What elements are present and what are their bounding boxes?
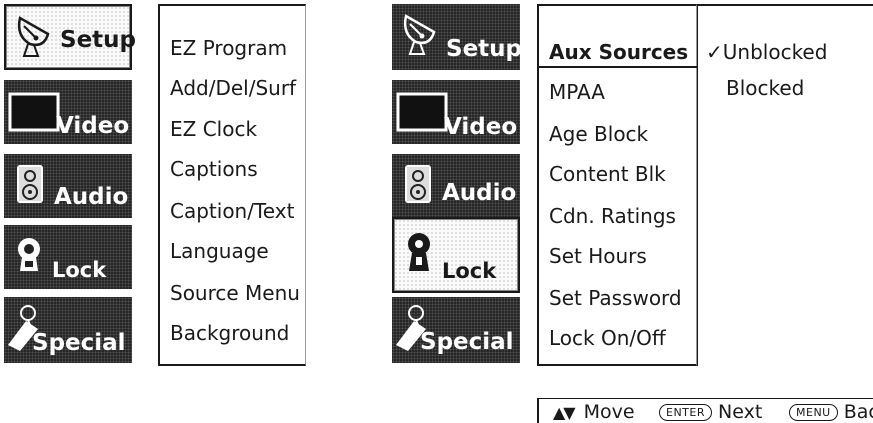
lock-icon [14, 235, 44, 277]
lock-icon [404, 231, 434, 277]
menu-item-caption-text[interactable]: Caption/Text [170, 199, 294, 223]
menu-item-lock-on-off[interactable]: Lock On/Off [549, 326, 666, 350]
help-back: MENU Back [789, 401, 873, 423]
tab-video-label: Video [56, 113, 130, 139]
tab-special-label: Special [420, 329, 514, 355]
tab-lock-label: Lock [52, 258, 107, 282]
option-unblocked-label: Unblocked [722, 40, 828, 64]
tab-audio-label: Audio [442, 180, 517, 206]
menu-item-cdn-ratings[interactable]: Cdn. Ratings [549, 204, 676, 228]
help-back-label: Back [843, 401, 873, 423]
tab-setup[interactable]: Setup [4, 4, 136, 70]
enter-key-icon: ENTER [659, 403, 712, 421]
speaker-icon [404, 164, 432, 208]
left-setup-menu: EZ Program Add/Del/Surf EZ Clock Caption… [158, 4, 306, 366]
check-mark-icon: ✓ [706, 40, 723, 64]
speaker-icon [16, 164, 44, 208]
menu-item-set-password[interactable]: Set Password [549, 286, 682, 310]
tab-video[interactable]: Video [392, 80, 520, 144]
tab-setup[interactable]: Setup [392, 4, 522, 70]
tab-audio[interactable]: Audio [4, 154, 132, 218]
tab-lock[interactable]: Lock [392, 217, 520, 293]
satellite-dish-icon [12, 12, 54, 62]
option-blocked[interactable]: Blocked [726, 76, 804, 100]
option-blocked-label: Blocked [726, 76, 805, 100]
tab-setup-label: Setup [446, 36, 522, 62]
help-next: ENTER Next [659, 401, 762, 423]
menu-item-set-hours[interactable]: Set Hours [549, 244, 647, 268]
tab-lock[interactable]: Lock [4, 225, 132, 289]
right-lock-menu: Aux Sources MPAA Age Block Content Blk C… [537, 4, 697, 366]
tab-special-label: Special [32, 330, 126, 356]
option-unblocked[interactable]: ✓Unblocked [706, 40, 827, 64]
menu-item-add-del-surf[interactable]: Add/Del/Surf [170, 76, 296, 100]
monitor-icon [8, 92, 60, 136]
help-next-label: Next [718, 401, 763, 423]
menu-item-language[interactable]: Language [170, 239, 269, 263]
menu-item-source-menu[interactable]: Source Menu [170, 281, 300, 305]
tab-special[interactable]: Special [392, 297, 520, 363]
menu-item-mpaa[interactable]: MPAA [549, 80, 605, 104]
tab-video-label: Video [444, 114, 518, 140]
help-move-label: Move [583, 401, 635, 423]
help-bar: ▲▼ Move ENTER Next MENU Back [537, 398, 873, 423]
tab-audio-label: Audio [54, 184, 129, 210]
menu-item-ez-clock[interactable]: EZ Clock [170, 117, 257, 141]
satellite-dish-icon [398, 10, 440, 60]
menu-item-content-blk[interactable]: Content Blk [549, 162, 666, 186]
help-move: ▲▼ Move [553, 401, 635, 423]
tab-audio[interactable]: Audio [392, 154, 520, 218]
tab-setup-label: Setup [60, 27, 136, 53]
selection-underline [539, 66, 697, 68]
tab-special[interactable]: Special [4, 297, 132, 363]
menu-key-icon: MENU [789, 403, 838, 421]
tab-video[interactable]: Video [4, 80, 132, 144]
menu-item-captions[interactable]: Captions [170, 157, 258, 181]
menu-item-ez-program[interactable]: EZ Program [170, 36, 287, 60]
menu-item-age-block[interactable]: Age Block [549, 122, 648, 146]
menu-item-aux-sources[interactable]: Aux Sources [549, 40, 688, 64]
up-down-arrows-icon: ▲▼ [553, 402, 576, 422]
menu-item-background[interactable]: Background [170, 321, 289, 345]
tab-lock-label: Lock [442, 259, 497, 283]
monitor-icon [396, 92, 448, 136]
aux-sources-options: ✓Unblocked Blocked [697, 4, 873, 366]
